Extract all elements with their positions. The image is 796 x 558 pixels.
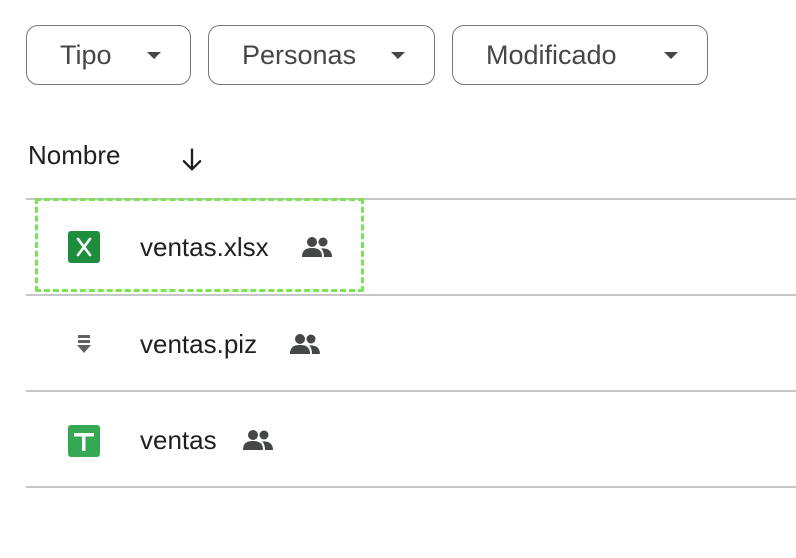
filter-chip-personas[interactable]: Personas [208, 25, 435, 85]
column-header-nombre[interactable]: Nombre [28, 140, 120, 171]
file-row[interactable]: ventas.piz [26, 295, 796, 390]
filter-chip-tipo[interactable]: Tipo [26, 25, 191, 85]
compressed-file-icon [77, 335, 91, 353]
list-header: Nombre [28, 140, 120, 171]
shared-people-icon [290, 334, 320, 354]
file-row[interactable]: ventas [26, 391, 796, 486]
caret-down-icon [664, 51, 678, 59]
filter-chip-modificado-label: Modificado [486, 39, 617, 70]
file-name: ventas.piz [140, 329, 258, 359]
file-row[interactable]: ventas.xlsx [26, 199, 796, 294]
filter-chip-personas-label: Personas [242, 39, 357, 70]
file-name: ventas.xlsx [140, 232, 269, 262]
excel-file-icon [68, 231, 100, 263]
shared-people-icon [243, 430, 273, 450]
file-name: ventas [140, 425, 217, 455]
caret-down-icon [147, 51, 161, 59]
filter-chip-tipo-label: Tipo [60, 39, 112, 70]
shared-people-icon [302, 237, 332, 257]
arrow-down-icon[interactable] [178, 146, 206, 174]
filter-chip-modificado[interactable]: Modificado [452, 25, 708, 85]
caret-down-icon [391, 51, 405, 59]
google-sheets-icon [68, 425, 100, 457]
divider [26, 486, 796, 488]
